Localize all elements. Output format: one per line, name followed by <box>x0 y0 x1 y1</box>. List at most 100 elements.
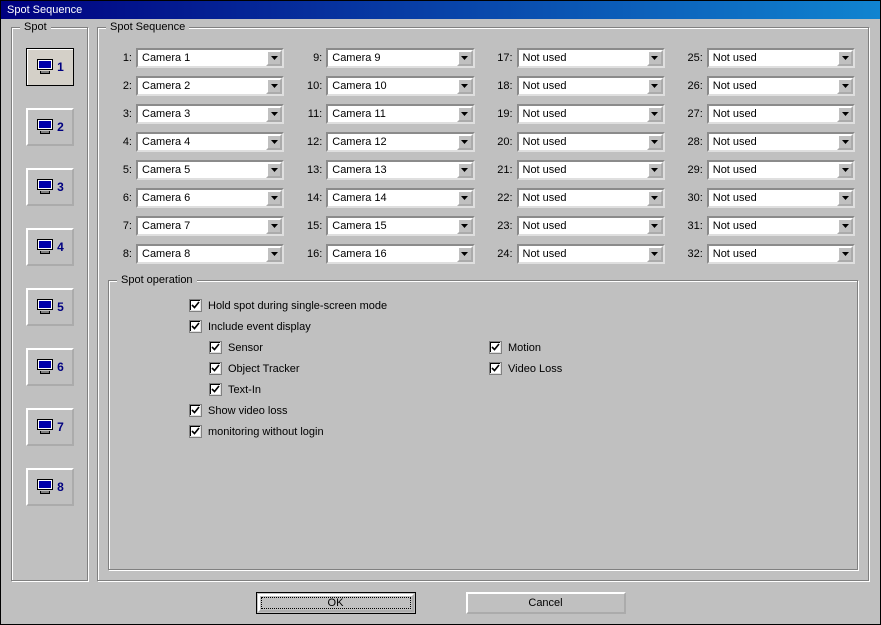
sequence-slot-11-combo[interactable]: Camera 11 <box>326 104 474 124</box>
sequence-slot-3: 3:Camera 3 <box>112 104 284 124</box>
sequence-slot-16-combo[interactable]: Camera 16 <box>326 244 474 264</box>
sensor-checkbox[interactable]: Sensor <box>209 341 489 354</box>
sequence-slot-label: 29: <box>683 164 703 176</box>
sequence-slot-4-combo[interactable]: Camera 4 <box>136 132 284 152</box>
sequence-grid: 1:Camera 19:Camera 917:Not used25:Not us… <box>108 42 859 276</box>
sequence-slot-32-combo[interactable]: Not used <box>707 244 855 264</box>
sequence-slot-14-combo[interactable]: Camera 14 <box>326 188 474 208</box>
sequence-slot-26-combo[interactable]: Not used <box>707 76 855 96</box>
sequence-slot-label: 15: <box>302 220 322 232</box>
sequence-slot-2-combo[interactable]: Camera 2 <box>136 76 284 96</box>
sequence-slot-21-combo[interactable]: Not used <box>517 160 665 180</box>
sequence-slot-31-combo[interactable]: Not used <box>707 216 855 236</box>
chevron-down-icon <box>837 134 853 150</box>
sequence-slot-17-combo[interactable]: Not used <box>517 48 665 68</box>
sequence-slot-27: 27: Not used <box>683 104 855 124</box>
sequence-slot-7-combo[interactable]: Camera 7 <box>136 216 284 236</box>
video-loss-event-checkbox[interactable]: Video Loss <box>489 362 844 375</box>
sequence-slot-8-combo[interactable]: Camera 8 <box>136 244 284 264</box>
combo-value: Not used <box>709 106 837 122</box>
sequence-slot-4: 4: Camera 4 <box>112 132 284 152</box>
monitoring-without-login-label: monitoring without login <box>208 426 324 438</box>
chevron-down-icon <box>837 218 853 234</box>
spot-button-7[interactable]: 7 <box>26 408 74 446</box>
sequence-slot-23-combo[interactable]: Not used <box>517 216 665 236</box>
sequence-slot-9-combo[interactable]: Camera 9 <box>326 48 474 68</box>
chevron-down-icon <box>457 162 473 178</box>
sequence-slot-label: 2: <box>112 80 132 92</box>
monitoring-without-login-checkbox[interactable]: monitoring without login <box>189 425 844 438</box>
chevron-down-icon <box>837 190 853 206</box>
combo-value: Camera 14 <box>328 190 456 206</box>
spot-button-3[interactable]: 3 <box>26 168 74 206</box>
sequence-slot-22-combo[interactable]: Not used <box>517 188 665 208</box>
combo-value: Camera 15 <box>328 218 456 234</box>
ok-button[interactable]: OK <box>256 592 416 614</box>
motion-checkbox[interactable]: Motion <box>489 341 844 354</box>
spot-button-1[interactable]: 1 <box>26 48 74 86</box>
combo-value: Camera 7 <box>138 218 266 234</box>
spot-button-2[interactable]: 2 <box>26 108 74 146</box>
sequence-slot-6-combo[interactable]: Camera 6 <box>136 188 284 208</box>
sequence-slot-25-combo[interactable]: Not used <box>707 48 855 68</box>
spot-button-number: 4 <box>57 240 64 254</box>
spot-button-6[interactable]: 6 <box>26 348 74 386</box>
hold-spot-checkbox[interactable]: Hold spot during single-screen mode <box>189 299 844 312</box>
chevron-down-icon <box>837 78 853 94</box>
sequence-slot-29-combo[interactable]: Not used <box>707 160 855 180</box>
spot-group: Spot 12345678 <box>11 27 89 582</box>
text-in-checkbox[interactable]: Text-In <box>209 383 489 396</box>
sequence-slot-label: 23: <box>493 220 513 232</box>
sequence-slot-31: 31:Not used <box>683 216 855 236</box>
chevron-down-icon <box>266 190 282 206</box>
sequence-slot-20-combo[interactable]: Not used <box>517 132 665 152</box>
combo-value: Not used <box>519 106 647 122</box>
operation-group: Spot operation Hold spot during single-s… <box>108 280 859 571</box>
sequence-slot-label: 4: <box>112 136 132 148</box>
sequence-slot-label: 16: <box>302 248 322 260</box>
spot-button-8[interactable]: 8 <box>26 468 74 506</box>
chevron-down-icon <box>647 78 663 94</box>
sequence-slot-28-combo[interactable]: Not used <box>707 132 855 152</box>
sequence-slot-24-combo[interactable]: Not used <box>517 244 665 264</box>
combo-value: Camera 10 <box>328 78 456 94</box>
sequence-group: Spot Sequence 1:Camera 19:Camera 917:Not… <box>97 27 870 582</box>
sequence-slot-1-combo[interactable]: Camera 1 <box>136 48 284 68</box>
sequence-slot-18: 18:Not used <box>493 76 665 96</box>
dialog-body: Spot 12345678 Spot Sequence 1:Camera 19:… <box>1 19 880 624</box>
monitor-icon <box>36 179 54 195</box>
combo-value: Camera 5 <box>138 162 266 178</box>
sequence-slot-26: 26:Not used <box>683 76 855 96</box>
sensor-label: Sensor <box>228 342 263 354</box>
sequence-slot-30-combo[interactable]: Not used <box>707 188 855 208</box>
sequence-slot-12-combo[interactable]: Camera 12 <box>326 132 474 152</box>
combo-value: Not used <box>709 134 837 150</box>
show-video-loss-checkbox[interactable]: Show video loss <box>189 404 844 417</box>
sequence-slot-label: 27: <box>683 108 703 120</box>
combo-value: Not used <box>519 218 647 234</box>
sequence-slot-3-combo[interactable]: Camera 3 <box>136 104 284 124</box>
sequence-slot-19-combo[interactable]: Not used <box>517 104 665 124</box>
sequence-slot-label: 28: <box>683 136 703 148</box>
sequence-slot-label: 12: <box>302 136 322 148</box>
sequence-slot-18-combo[interactable]: Not used <box>517 76 665 96</box>
chevron-down-icon <box>647 218 663 234</box>
object-tracker-checkbox[interactable]: Object Tracker <box>209 362 489 375</box>
combo-value: Camera 13 <box>328 162 456 178</box>
window-title: Spot Sequence <box>7 4 82 16</box>
sequence-slot-15-combo[interactable]: Camera 15 <box>326 216 474 236</box>
sequence-slot-13-combo[interactable]: Camera 13 <box>326 160 474 180</box>
sequence-slot-10-combo[interactable]: Camera 10 <box>326 76 474 96</box>
cancel-button[interactable]: Cancel <box>466 592 626 614</box>
sequence-slot-27-combo[interactable]: Not used <box>707 104 855 124</box>
sequence-slot-28: 28: Not used <box>683 132 855 152</box>
sequence-slot-label: 22: <box>493 192 513 204</box>
include-event-checkbox[interactable]: Include event display <box>189 320 844 333</box>
checkbox-icon <box>189 425 202 438</box>
sequence-slot-5-combo[interactable]: Camera 5 <box>136 160 284 180</box>
show-video-loss-label: Show video loss <box>208 405 288 417</box>
spot-button-4[interactable]: 4 <box>26 228 74 266</box>
combo-value: Not used <box>519 162 647 178</box>
monitor-icon <box>36 119 54 135</box>
spot-button-5[interactable]: 5 <box>26 288 74 326</box>
